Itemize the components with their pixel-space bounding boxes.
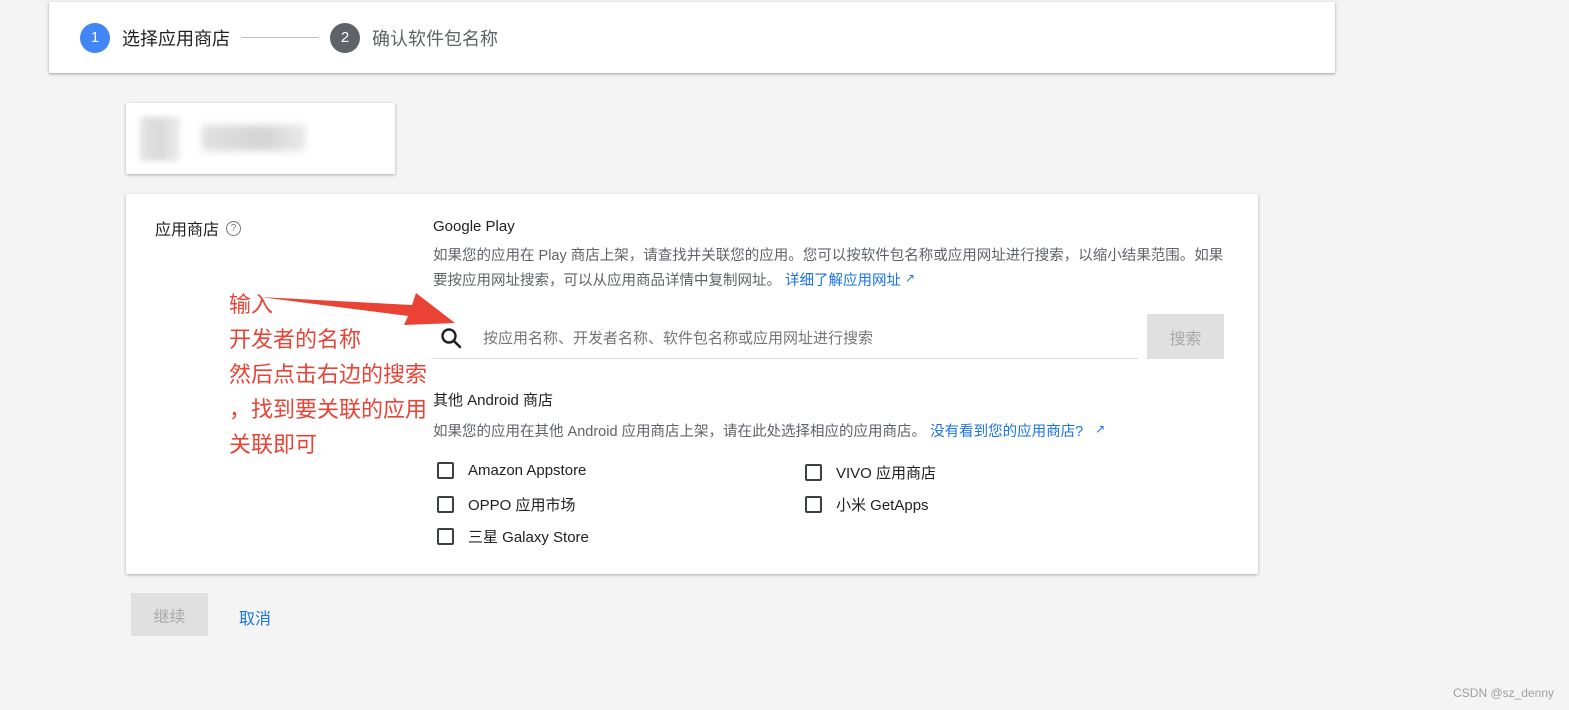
step-1-label: 选择应用商店 — [122, 28, 230, 49]
store-checkbox-oppo[interactable]: OPPO 应用市场 — [437, 494, 576, 515]
annotation-line: ，找到要关联的应用 — [229, 398, 428, 423]
store-checkbox-samsung[interactable]: 三星 Galaxy Store — [437, 526, 589, 547]
other-stores-description-text: 如果您的应用在其他 Android 应用商店上架，请在此处选择相应的应用商店。 — [433, 424, 927, 440]
checkbox-box[interactable] — [805, 496, 822, 513]
store-label: Amazon Appstore — [468, 462, 587, 479]
search-button[interactable]: 搜索 — [1147, 314, 1224, 359]
store-label: 小米 GetApps — [836, 497, 929, 514]
step-1[interactable]: 1 选择应用商店 — [80, 22, 230, 53]
other-stores-title: 其他 Android 商店 — [433, 392, 554, 409]
field-label: 应用商店 ? — [155, 216, 242, 240]
app-card — [126, 103, 395, 174]
external-link-icon[interactable]: ↗ — [1095, 422, 1105, 436]
step-2-number: 2 — [330, 22, 360, 53]
cancel-link[interactable]: 取消 — [239, 605, 271, 629]
missing-store-link[interactable]: 没有看到您的应用商店? — [930, 424, 1083, 440]
store-checkbox-amazon[interactable]: Amazon Appstore — [437, 462, 586, 479]
app-url-link[interactable]: 详细了解应用网址 — [785, 273, 901, 289]
app-name-blurred — [202, 125, 306, 151]
checkbox-box[interactable] — [805, 464, 822, 481]
search-input[interactable] — [481, 324, 1135, 352]
store-checkbox-vivo[interactable]: VIVO 应用商店 — [805, 462, 936, 483]
continue-button[interactable]: 继续 — [131, 593, 208, 636]
checkbox-box[interactable] — [437, 496, 454, 513]
store-label: VIVO 应用商店 — [836, 465, 937, 482]
annotation-line: 然后点击右边的搜索 — [229, 363, 428, 388]
annotation-arrow-icon — [260, 293, 455, 325]
field-label-text: 应用商店 — [155, 222, 220, 239]
step-1-number: 1 — [80, 22, 110, 53]
stepper: 1 选择应用商店 2 确认软件包名称 — [49, 2, 1335, 73]
checkbox-box[interactable] — [437, 462, 454, 479]
annotation-line: 关联即可 — [229, 433, 318, 458]
step-connector — [241, 37, 319, 38]
step-2[interactable]: 2 确认软件包名称 — [330, 22, 498, 53]
search-row — [433, 312, 1138, 359]
store-label: 三星 Galaxy Store — [468, 529, 589, 546]
app-icon-blurred — [140, 117, 180, 161]
watermark: CSDN @sz_denny — [1453, 686, 1554, 700]
other-stores-description: 如果您的应用在其他 Android 应用商店上架，请在此处选择相应的应用商店。 … — [433, 418, 1228, 443]
google-play-title: Google Play — [433, 218, 515, 235]
store-label: OPPO 应用市场 — [468, 497, 576, 514]
checkbox-box[interactable] — [437, 528, 454, 545]
step-2-label: 确认软件包名称 — [372, 28, 498, 49]
help-icon[interactable]: ? — [226, 220, 242, 236]
google-play-description: 如果您的应用在 Play 商店上架，请查找并关联您的应用。您可以按软件包名称或应… — [433, 245, 1228, 292]
store-checkbox-xiaomi[interactable]: 小米 GetApps — [805, 494, 929, 515]
external-link-icon[interactable]: ↗ — [905, 271, 915, 285]
